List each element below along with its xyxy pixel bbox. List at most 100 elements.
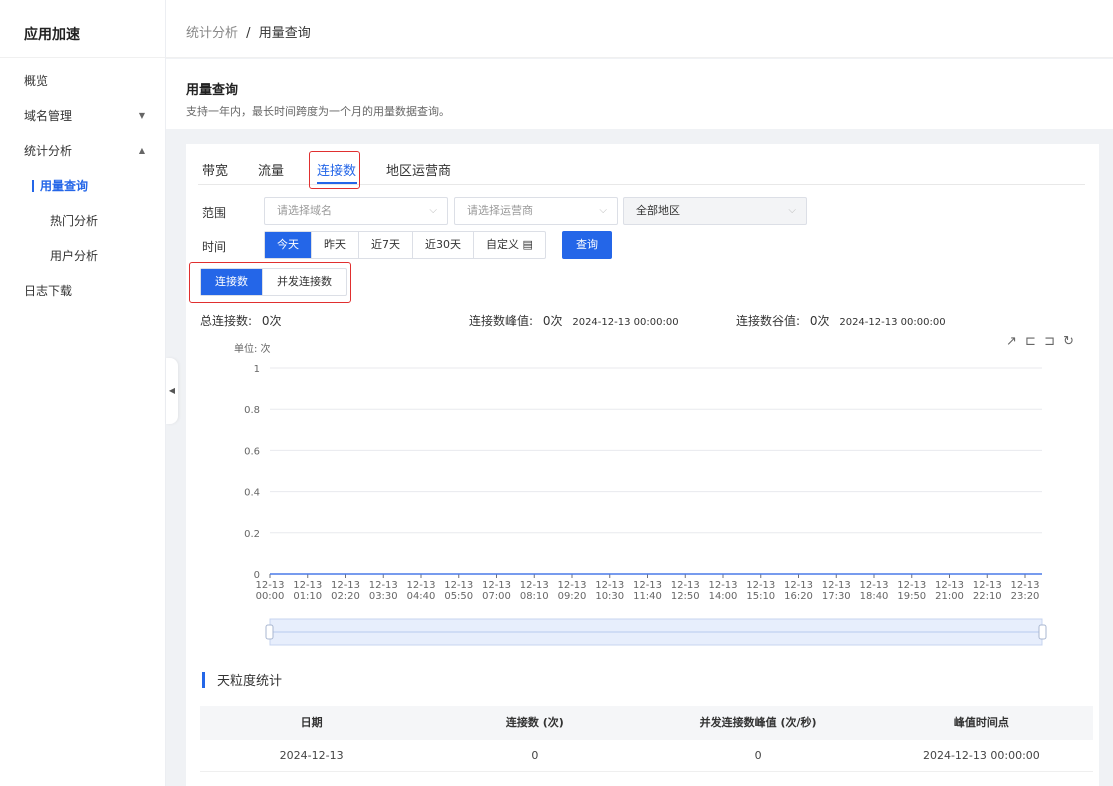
isp-select[interactable]: 请选择运营商 ⌵ — [454, 197, 618, 225]
zoom-handle-left[interactable] — [265, 624, 274, 640]
sidebar-item-overview[interactable]: 概览 — [0, 64, 165, 98]
sidebar: 应用加速 概览 域名管理 ▼ 统计分析 ▲ 用量查询 热门分析 用户分析 日志下载 — [0, 0, 166, 786]
table-row: 2024-12-13 0 0 2024-12-13 00:00:00 — [200, 740, 1093, 772]
x-tick-label-time: 02:20 — [331, 591, 360, 602]
time-7days-button[interactable]: 近7天 — [359, 232, 413, 258]
x-tick-label-time: 08:10 — [520, 591, 549, 602]
section-title-daily: 天粒度统计 — [202, 670, 282, 689]
tab-bandwidth[interactable]: 带宽 — [202, 160, 228, 179]
chevron-down-icon: ▼ — [138, 111, 145, 120]
chevron-down-icon: ⌵ — [788, 205, 796, 216]
sidebar-item-label: 日志下载 — [24, 284, 73, 298]
stat-valley-time: 2024-12-13 00:00:00 — [839, 317, 946, 328]
x-tick-label-date: 12-13 — [708, 580, 737, 591]
sidebar-item-label: 域名管理 — [24, 109, 73, 123]
query-button[interactable]: 查询 — [562, 231, 612, 259]
y-axis-unit-label: 单位: 次 — [234, 342, 271, 355]
x-tick-label-date: 12-13 — [520, 580, 549, 591]
x-tick-label-date: 12-13 — [897, 580, 926, 591]
domain-select-placeholder: 请选择域名 — [277, 204, 332, 217]
x-tick-label-time: 07:00 — [482, 591, 511, 602]
x-tick-label-date: 12-13 — [859, 580, 888, 591]
x-tick-label-time: 01:10 — [293, 591, 322, 602]
time-30days-button[interactable]: 近30天 — [413, 232, 474, 258]
x-tick-label-time: 21:00 — [935, 591, 964, 602]
x-tick-label-date: 12-13 — [595, 580, 624, 591]
time-yesterday-button[interactable]: 昨天 — [312, 232, 359, 258]
x-tick-label-date: 12-13 — [746, 580, 775, 591]
breadcrumb-parent[interactable]: 统计分析 — [186, 26, 238, 41]
subtab-group: 连接数 并发连接数 — [200, 268, 347, 296]
x-tick-label-time: 03:30 — [369, 591, 398, 602]
x-tick-label-date: 12-13 — [444, 580, 473, 591]
x-tick-label-date: 12-13 — [331, 580, 360, 591]
x-tick-label-time: 23:20 — [1011, 591, 1040, 602]
app-title: 应用加速 — [0, 0, 165, 58]
table-cell: 0 — [754, 749, 762, 762]
x-tick-label-date: 12-13 — [671, 580, 700, 591]
x-tick-label-time: 11:40 — [633, 591, 662, 602]
chevron-down-icon: ⌵ — [429, 205, 437, 216]
sidebar-item-label: 热门分析 — [50, 214, 99, 228]
column-header[interactable]: 连接数 (次) — [423, 706, 646, 740]
x-tick-label-time: 09:20 — [558, 591, 587, 602]
stat-total: 总连接数: 0次 — [200, 312, 282, 329]
x-tick-label-time: 19:50 — [897, 591, 926, 602]
time-custom-button[interactable]: 自定义 ▤ — [474, 232, 545, 258]
y-tick-label: 0.2 — [244, 529, 260, 540]
zoom-handle-right[interactable] — [1038, 624, 1047, 640]
column-header[interactable]: 并发连接数峰值 (次/秒) — [647, 706, 870, 740]
time-range-group: 今天 昨天 近7天 近30天 自定义 ▤ — [264, 231, 546, 259]
breadcrumb: 统计分析 / 用量查询 — [186, 22, 311, 41]
x-tick-label-time: 16:20 — [784, 591, 813, 602]
tab-region-isp[interactable]: 地区运营商 — [386, 160, 451, 179]
y-tick-label: 1 — [254, 364, 260, 375]
chevron-down-icon: ⌵ — [599, 205, 607, 216]
y-tick-label: 0.6 — [244, 446, 260, 457]
stat-total-value: 0次 — [261, 314, 282, 328]
time-today-button[interactable]: 今天 — [265, 232, 312, 258]
subtab-connections[interactable]: 连接数 — [201, 269, 263, 295]
tab-traffic[interactable]: 流量 — [258, 160, 284, 179]
table-cell: 0 — [531, 749, 539, 762]
sidebar-item-stats[interactable]: 统计分析 ▲ — [0, 134, 165, 168]
stat-valley-value: 0次 — [809, 314, 830, 328]
sidebar-item-label: 用户分析 — [50, 249, 99, 263]
stat-peak-label: 连接数峰值: — [469, 314, 534, 328]
stat-peak: 连接数峰值: 0次 2024-12-13 00:00:00 — [469, 312, 679, 329]
x-tick-label-time: 12:50 — [671, 591, 700, 602]
subtab-concurrent[interactable]: 并发连接数 — [263, 269, 346, 295]
stat-peak-time: 2024-12-13 00:00:00 — [572, 317, 679, 328]
x-tick-label-date: 12-13 — [822, 580, 851, 591]
y-tick-label: 0.4 — [244, 488, 260, 499]
x-tick-label-time: 04:40 — [407, 591, 436, 602]
x-tick-label-date: 12-13 — [406, 580, 435, 591]
topbar: 统计分析 / 用量查询 — [166, 0, 1113, 58]
x-tick-label-time: 00:00 — [256, 591, 285, 602]
breadcrumb-separator: / — [246, 26, 251, 41]
column-header[interactable]: 峰值时间点 — [870, 706, 1093, 740]
x-tick-label-date: 12-13 — [369, 580, 398, 591]
page-header: 用量查询 支持一年内，最长时间跨度为一个月的用量数据查询。 — [166, 59, 1113, 129]
x-tick-label-date: 12-13 — [784, 580, 813, 591]
x-tick-label-date: 12-13 — [557, 580, 586, 591]
page-description: 支持一年内，最长时间跨度为一个月的用量数据查询。 — [186, 105, 450, 118]
main-card: 带宽 流量 连接数 地区运营商 范围 请选择域名 ⌵ 请选择运营商 ⌵ 全部地区… — [186, 144, 1099, 786]
x-tick-labels: 12-1300:0012-1301:1012-1302:2012-1303:30… — [255, 574, 1040, 602]
section-title-text: 天粒度统计 — [217, 674, 283, 689]
region-select[interactable]: 全部地区 ⌵ — [623, 197, 807, 225]
sidebar-item-users[interactable]: 用户分析 — [0, 239, 165, 273]
x-tick-label-date: 12-13 — [255, 580, 284, 591]
domain-select[interactable]: 请选择域名 ⌵ — [264, 197, 448, 225]
sidebar-item-hot[interactable]: 热门分析 — [0, 204, 165, 238]
x-tick-label-time: 22:10 — [973, 591, 1002, 602]
stat-total-label: 总连接数: — [200, 314, 253, 328]
chevron-left-icon: ◀ — [168, 386, 176, 395]
stat-valley-label: 连接数谷值: — [736, 314, 801, 328]
column-header[interactable]: 日期 — [200, 706, 423, 740]
sidebar-item-domain[interactable]: 域名管理 ▼ — [0, 99, 165, 133]
sidebar-item-logs[interactable]: 日志下载 — [0, 274, 165, 308]
sidebar-item-usage[interactable]: 用量查询 — [0, 169, 165, 203]
x-tick-label-time: 18:40 — [860, 591, 889, 602]
collapse-sidebar-button[interactable]: ◀ — [166, 358, 178, 424]
